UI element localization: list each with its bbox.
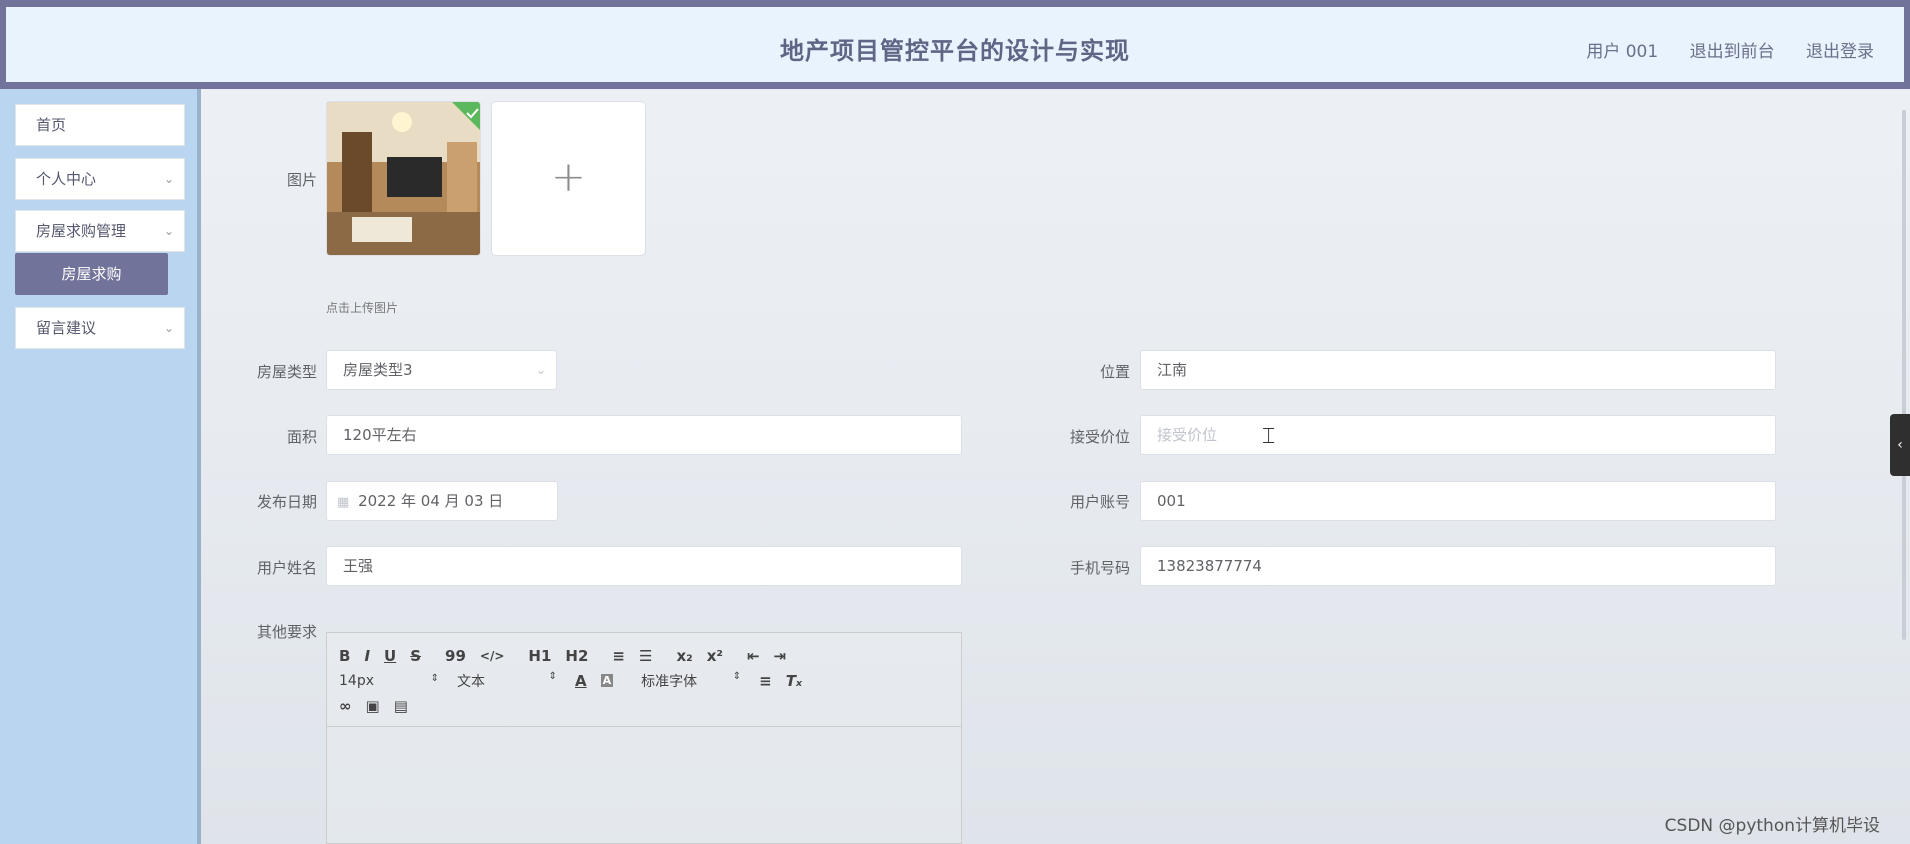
text-cursor-icon: ⌶ xyxy=(1262,424,1276,449)
date-label: 发布日期 xyxy=(256,493,317,511)
code-button[interactable]: </> xyxy=(480,649,505,663)
italic-button[interactable]: I xyxy=(364,647,370,665)
chevron-left-icon[interactable]: ‹ xyxy=(1890,414,1910,476)
price-label: 接受价位 xyxy=(1069,428,1130,446)
sidebar-item-home[interactable]: 首页 xyxy=(15,104,185,146)
name-label: 用户姓名 xyxy=(256,559,317,577)
phone-input[interactable]: 13823877774 xyxy=(1140,546,1776,586)
toolbar-row-3: ∞ ▣ ▤ xyxy=(339,693,949,718)
link-icon[interactable]: ∞ xyxy=(339,697,352,715)
header-links: 用户 001 退出到前台 退出登录 xyxy=(1560,37,1874,62)
image-label: 图片 xyxy=(286,171,317,189)
account-label: 用户账号 xyxy=(1069,493,1130,511)
rich-text-editor: B I U S 99 </> H1 H2 ≡ ☰ x₂ x² ⇤ ⇥ 14px ⇕… xyxy=(326,632,962,844)
logout-link[interactable]: 退出登录 xyxy=(1806,42,1874,62)
area-label: 面积 xyxy=(286,428,317,446)
heading-value: 文本 xyxy=(457,673,485,690)
subscript-button[interactable]: x₂ xyxy=(676,647,692,665)
sidebar-item-label: 首页 xyxy=(36,116,67,134)
font-color-icon[interactable]: A xyxy=(575,672,587,690)
location-input[interactable]: 江南 xyxy=(1140,350,1776,390)
chevron-down-icon: ⌄ xyxy=(163,321,174,335)
video-icon[interactable]: ▤ xyxy=(394,697,408,715)
chevron-down-icon: ⌄ xyxy=(163,224,174,238)
font-size-select[interactable]: 14px ⇕ xyxy=(339,673,439,689)
h2-button[interactable]: H2 xyxy=(565,647,588,665)
sidebar-item-personal-center[interactable]: 个人中心 ⌄ xyxy=(15,158,185,200)
editor-toolbar: B I U S 99 </> H1 H2 ≡ ☰ x₂ x² ⇤ ⇥ 14px ⇕… xyxy=(327,633,961,727)
sidebar-item-label: 留言建议 xyxy=(36,319,97,337)
toolbar-row-1: B I U S 99 </> H1 H2 ≡ ☰ x₂ x² ⇤ ⇥ xyxy=(339,643,949,668)
indent-button[interactable]: ⇥ xyxy=(774,647,787,665)
sidebar: 首页 个人中心 ⌄ 房屋求购管理 ⌄ 房屋求购 留言建议 ⌄ xyxy=(0,89,201,844)
h1-button[interactable]: H1 xyxy=(528,647,551,665)
font-family-select[interactable]: 标准字体 ⇕ xyxy=(641,671,741,691)
bold-button[interactable]: B xyxy=(339,647,350,665)
sidebar-item-label: 个人中心 xyxy=(36,170,97,188)
align-icon[interactable]: ≡ xyxy=(759,672,772,690)
location-label: 位置 xyxy=(1099,363,1130,381)
sidebar-item-house-purchase-mgmt[interactable]: 房屋求购管理 ⌄ xyxy=(15,210,185,252)
chevron-down-icon: ⌄ xyxy=(535,363,546,377)
scrollbar[interactable] xyxy=(1902,110,1906,640)
account-input[interactable]: 001 xyxy=(1140,481,1776,521)
bg-color-icon[interactable]: A xyxy=(600,674,614,687)
price-input[interactable]: 接受价位 xyxy=(1140,415,1776,455)
chevron-down-icon: ⌄ xyxy=(163,172,174,186)
heading-select[interactable]: 文本 ⇕ xyxy=(457,671,557,691)
sidebar-subitem-house-purchase[interactable]: 房屋求购 xyxy=(15,253,168,295)
uploaded-image-thumbnail[interactable] xyxy=(326,101,481,256)
strike-button[interactable]: S xyxy=(410,647,421,665)
house-type-select[interactable]: 房屋类型3 ⌄ xyxy=(326,350,557,390)
area-input[interactable]: 120平左右 xyxy=(326,415,962,455)
top-header: 地产项目管控平台的设计与实现 用户 001 退出到前台 退出登录 xyxy=(0,0,1910,89)
back-to-front-link[interactable]: 退出到前台 xyxy=(1690,42,1775,62)
underline-button[interactable]: U xyxy=(384,647,396,665)
house-type-value: 房屋类型3 xyxy=(343,361,413,379)
name-input[interactable]: 王强 xyxy=(326,546,962,586)
date-value: 2022 年 04 月 03 日 xyxy=(358,492,504,510)
date-picker[interactable]: ▦ 2022 年 04 月 03 日 xyxy=(326,481,558,521)
quote-button[interactable]: 99 xyxy=(445,647,466,665)
bullet-list-button[interactable]: ☰ xyxy=(639,647,652,665)
updown-icon: ⇕ xyxy=(548,670,557,682)
updown-icon: ⇕ xyxy=(430,672,439,684)
outdent-button[interactable]: ⇤ xyxy=(747,647,760,665)
font-family-value: 标准字体 xyxy=(641,673,698,690)
sidebar-item-feedback[interactable]: 留言建议 ⌄ xyxy=(15,307,185,349)
house-type-label: 房屋类型 xyxy=(256,363,317,381)
phone-label: 手机号码 xyxy=(1069,559,1130,577)
toolbar-row-2: 14px ⇕ 文本 ⇕ A A 标准字体 ⇕ ≡ Tₓ xyxy=(339,668,949,693)
other-requirements-label: 其他要求 xyxy=(256,623,317,641)
updown-icon: ⇕ xyxy=(732,670,742,682)
ordered-list-button[interactable]: ≡ xyxy=(612,647,625,665)
user-name-link[interactable]: 用户 001 xyxy=(1586,42,1658,62)
superscript-button[interactable]: x² xyxy=(707,647,723,665)
watermark: CSDN @python计算机毕设 xyxy=(1664,816,1880,836)
clear-format-icon[interactable]: Tₓ xyxy=(786,672,802,690)
room-photo xyxy=(327,102,480,255)
upload-hint: 点击上传图片 xyxy=(326,301,399,315)
calendar-icon: ▦ xyxy=(337,495,350,510)
main-form: 图片 + 点击上传图片 房屋类型 房屋类型3 ⌄ 位置 江南 面积 120平左右… xyxy=(205,89,1910,844)
sidebar-item-label: 房屋求购管理 xyxy=(36,222,127,240)
add-image-button[interactable]: + xyxy=(491,101,646,256)
font-size-value: 14px xyxy=(339,672,374,689)
image-icon[interactable]: ▣ xyxy=(366,697,380,715)
